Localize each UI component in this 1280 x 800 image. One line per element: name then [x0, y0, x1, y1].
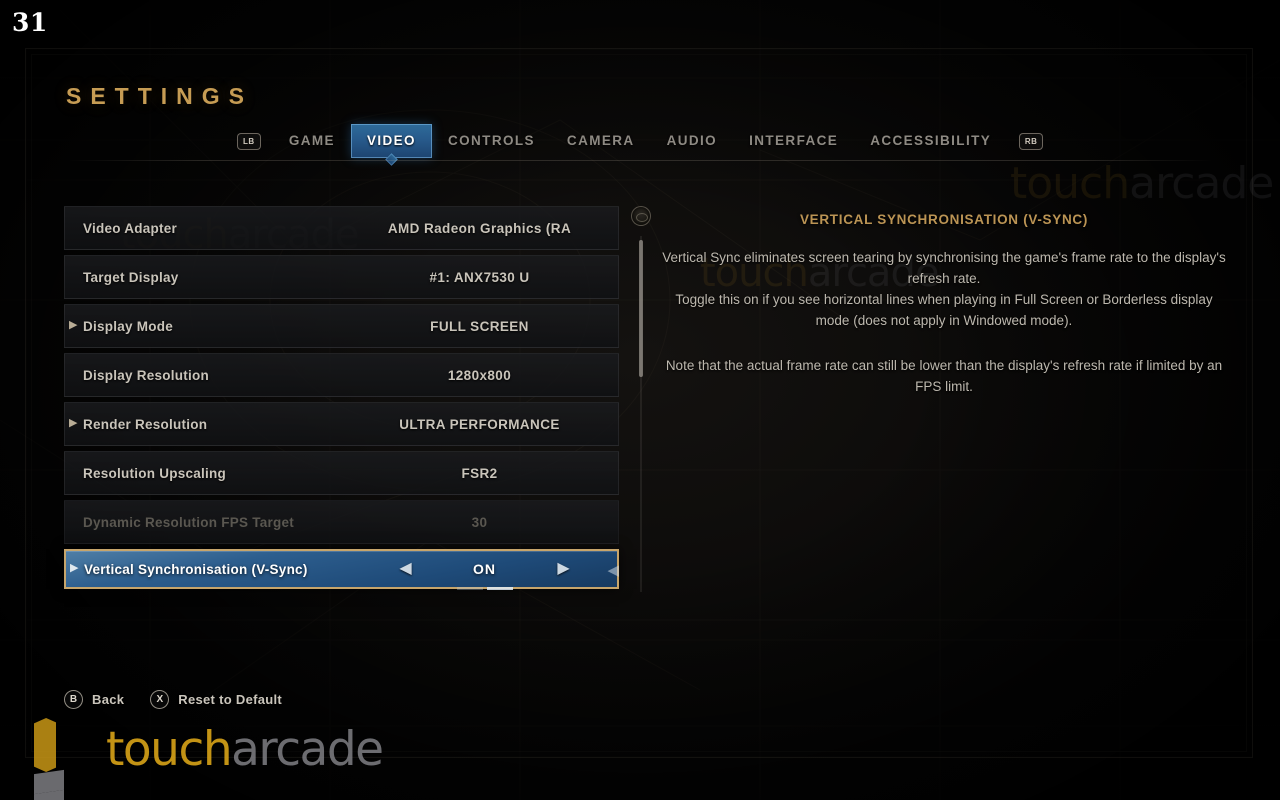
- right-bumper-icon[interactable]: RB: [1019, 132, 1044, 150]
- setting-value: ON: [426, 561, 544, 590]
- gamepad-button-x-icon: X: [150, 690, 170, 709]
- setting-label: Dynamic Resolution FPS Target: [83, 514, 295, 530]
- setting-value: 30: [471, 514, 488, 530]
- setting-label: Display Resolution: [83, 367, 210, 383]
- setting-row[interactable]: ▶ Display Mode FULL SCREEN: [64, 304, 619, 348]
- tab-game[interactable]: GAME: [273, 124, 351, 158]
- previous-value-arrow-icon[interactable]: ◀: [386, 561, 426, 577]
- setting-label: Render Resolution: [83, 416, 208, 432]
- value-position-segment: [486, 587, 513, 590]
- prompt-reset-to-default[interactable]: X Reset to Default: [150, 690, 282, 709]
- setting-value: 1280x800: [447, 367, 512, 383]
- left-bumper-icon[interactable]: LB: [236, 132, 261, 150]
- expand-arrow-icon: ▶: [69, 417, 78, 429]
- setting-row: Dynamic Resolution FPS Target 30: [64, 500, 619, 544]
- toucharcade-logo-text: toucharcade: [106, 721, 384, 777]
- tab-accessibility[interactable]: ACCESSIBILITY: [854, 124, 1007, 158]
- watermark-part-2: arcade: [1129, 158, 1274, 209]
- description-note: Note that the actual frame rate can stil…: [665, 358, 1223, 394]
- setting-value: AMD Radeon Graphics (RA: [387, 220, 572, 236]
- logo-text-part-2: arcade: [231, 721, 384, 777]
- setting-row[interactable]: ▶ Render Resolution ULTRA PERFORMANCE: [64, 402, 619, 446]
- page-title: SETTINGS: [66, 83, 254, 109]
- setting-row[interactable]: ▶ Vertical Synchronisation (V-Sync) ◀ ON ▶ ◀: [64, 549, 619, 590]
- setting-label: Target Display: [83, 269, 179, 285]
- fps-counter: 31: [12, 8, 48, 37]
- setting-row[interactable]: Display Resolution 1280x800: [64, 353, 619, 397]
- watermark-part-1: touch: [1010, 158, 1130, 209]
- button-prompt-bar: B Back X Reset to Default: [64, 690, 282, 709]
- setting-label: Display Mode: [83, 318, 174, 334]
- toucharcade-logo: toucharcade: [34, 718, 384, 800]
- setting-row[interactable]: Target Display #1: ANX7530 U: [64, 255, 619, 299]
- setting-label: Resolution Upscaling: [83, 465, 227, 481]
- setting-label: Video Adapter: [83, 220, 178, 236]
- tab-video[interactable]: VIDEO: [350, 124, 432, 158]
- value-stepper: ◀ ON ▶ ◀: [366, 561, 619, 590]
- tab-interface[interactable]: INTERFACE: [733, 124, 854, 158]
- toucharcade-logo-icon: [34, 718, 92, 800]
- tab-camera[interactable]: CAMERA: [551, 124, 651, 158]
- tab-audio[interactable]: AUDIO: [651, 124, 734, 158]
- next-value-arrow-icon[interactable]: ▶: [544, 561, 584, 577]
- settings-tab-bar: LB GAME VIDEO CONTROLS CAMERA AUDIO INTERFACE…: [0, 120, 1280, 162]
- expand-arrow-icon: ▶: [69, 319, 78, 331]
- setting-row[interactable]: Video Adapter AMD Radeon Graphics (RA: [64, 206, 619, 250]
- setting-value: ULTRA PERFORMANCE: [399, 416, 560, 432]
- description-panel: VERTICAL SYNCHRONISATION (V-SYNC) Vertic…: [660, 212, 1228, 397]
- thumbstick-scroll-icon: [631, 206, 651, 226]
- description-body-2: Toggle this on if you see horizontal lin…: [675, 292, 1213, 328]
- gamepad-button-b-icon: B: [64, 690, 83, 709]
- setting-value: FSR2: [461, 465, 498, 481]
- setting-row[interactable]: Resolution Upscaling FSR2: [64, 451, 619, 495]
- tab-divider: [66, 160, 1214, 161]
- watermark-text: toucharcade: [1010, 158, 1274, 209]
- edge-arrow-icon: ◀: [607, 562, 619, 579]
- expand-arrow-icon: ▶: [70, 562, 79, 574]
- setting-value: FULL SCREEN: [430, 318, 529, 334]
- game-settings-screen: toucharcade toucharcade toucharcade 31 S…: [0, 0, 1280, 800]
- setting-value: #1: ANX7530 U: [429, 269, 530, 285]
- scrollbar-thumb[interactable]: [639, 240, 643, 377]
- settings-list: Video Adapter AMD Radeon Graphics (RA Targ…: [64, 206, 619, 594]
- description-body-1: Vertical Sync eliminates screen tearing …: [662, 250, 1226, 286]
- prompt-label: Reset to Default: [178, 692, 283, 707]
- setting-label: Vertical Synchronisation (V-Sync): [84, 561, 308, 577]
- value-position-indicator: [456, 587, 513, 590]
- description-title: VERTICAL SYNCHRONISATION (V-SYNC): [799, 212, 1089, 227]
- tab-controls[interactable]: CONTROLS: [432, 124, 551, 158]
- prompt-back[interactable]: B Back: [64, 690, 124, 709]
- prompt-label: Back: [92, 692, 125, 707]
- value-position-segment: [456, 587, 483, 590]
- logo-text-part-1: touch: [106, 721, 233, 777]
